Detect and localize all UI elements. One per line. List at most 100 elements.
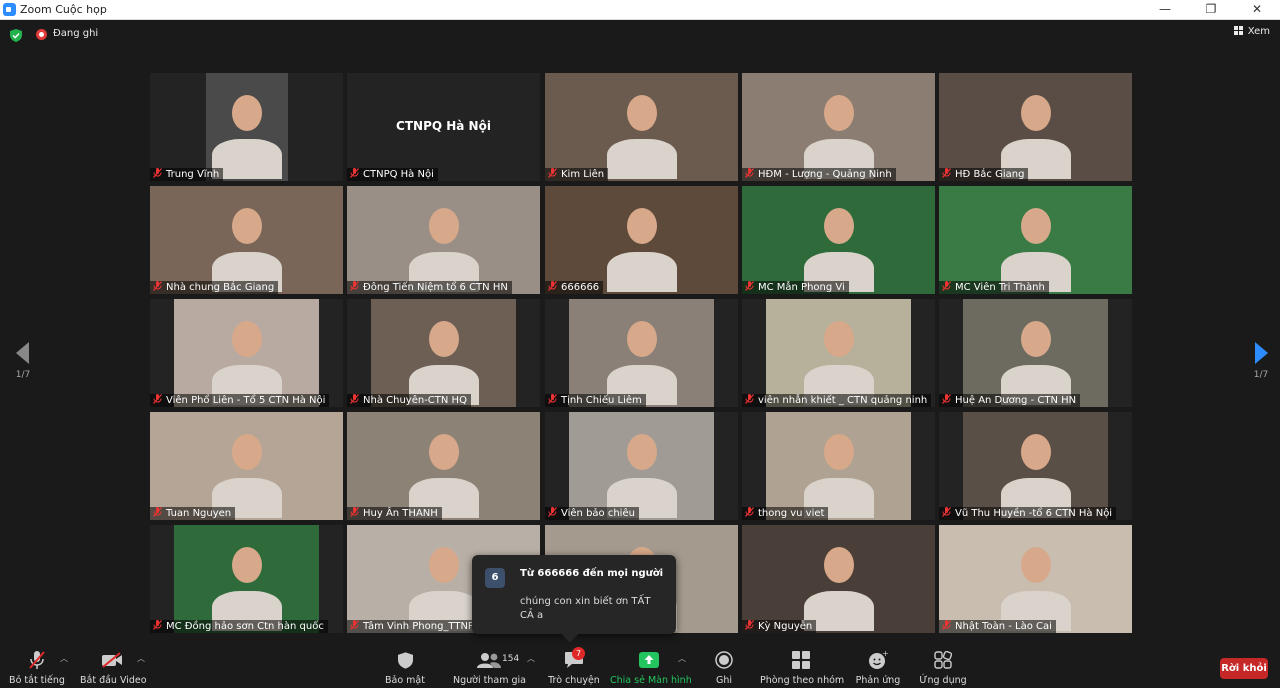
participant-name-bar: Nhà Chuyên-CTN HQ: [347, 394, 471, 407]
mic-muted-icon: [745, 507, 754, 517]
participant-face: [1021, 95, 1051, 131]
participant-tile[interactable]: Viên Phổ Liên - Tổ 5 CTN Hà Nội: [150, 299, 343, 407]
participant-video: [766, 299, 911, 407]
audio-options-caret[interactable]: ︿: [60, 653, 68, 664]
participants-label: Người tham gia: [453, 675, 526, 686]
participant-face: [429, 321, 459, 357]
participant-tile[interactable]: HĐ Bắc Giang: [939, 73, 1132, 181]
participant-tile[interactable]: 666666: [545, 186, 738, 294]
mic-muted-icon: [548, 394, 557, 404]
participant-face: [232, 434, 262, 470]
participant-face: [232, 208, 262, 244]
participant-name: 666666: [561, 282, 600, 293]
participant-tile[interactable]: CTNPQ Hà Nội CTNPQ Hà Nội: [347, 73, 540, 181]
participant-face: [627, 95, 657, 131]
participant-video: [742, 525, 935, 633]
participant-name: thong vu viet: [758, 508, 825, 519]
mic-muted-icon: [29, 651, 45, 669]
participant-name: Huy Ân THANH: [363, 508, 438, 519]
participant-tile[interactable]: Tịnh Chiếu Liêm: [545, 299, 738, 407]
recording-icon: [36, 29, 47, 40]
participant-tile[interactable]: Kim Liên: [545, 73, 738, 181]
participant-video: [150, 186, 343, 294]
participant-tile[interactable]: Vũ Thu Huyền -tổ 6 CTN Hà Nội: [939, 412, 1132, 520]
participant-tile[interactable]: Đông Tiến Niệm tổ 6 CTN HN: [347, 186, 540, 294]
mic-muted-icon: [745, 394, 754, 404]
security-button[interactable]: Bảo mật: [380, 650, 430, 686]
video-options-caret[interactable]: ︿: [137, 653, 145, 664]
restore-button[interactable]: ❐: [1188, 0, 1234, 19]
leave-button[interactable]: Rời khỏi: [1220, 658, 1268, 679]
share-options-caret[interactable]: ︿: [678, 653, 686, 664]
breakout-rooms-button[interactable]: Phòng theo nhóm: [760, 650, 844, 686]
apps-button[interactable]: Ứng dụng: [915, 650, 971, 686]
participant-name-bar: Viên bảo chiêu: [545, 507, 639, 520]
participant-name: MC Mẫn Phong Vi: [758, 282, 845, 293]
participant-name-bar: Trung Vĩnh: [150, 168, 224, 181]
participant-name: Đông Tiến Niệm tổ 6 CTN HN: [363, 282, 508, 293]
chat-notification[interactable]: 6 Từ 666666 đến mọi người chúng con xin …: [472, 555, 676, 643]
participant-tile[interactable]: thong vu viet: [742, 412, 935, 520]
svg-text:+: +: [882, 650, 888, 658]
participant-face: [627, 321, 657, 357]
participant-name: Nhà chung Bắc Giang: [166, 282, 275, 293]
participant-tile[interactable]: MC Viên Tri Thành: [939, 186, 1132, 294]
participant-face: [824, 208, 854, 244]
participant-tile[interactable]: viên nhẫn khiết _ CTN quảng ninh: [742, 299, 935, 407]
participant-name: MC Viên Tri Thành: [955, 282, 1045, 293]
participant-tile[interactable]: Trung Vĩnh: [150, 73, 343, 181]
participant-video: [569, 412, 714, 520]
reactions-button[interactable]: + Phản ứng: [853, 650, 903, 686]
participant-face: [429, 547, 459, 583]
participants-icon: [477, 653, 501, 668]
unmute-button[interactable]: Bỏ tắt tiếng: [8, 650, 66, 686]
start-video-button[interactable]: Bắt đầu Video: [80, 650, 147, 686]
view-button[interactable]: Xem: [1233, 26, 1270, 37]
participant-face: [824, 547, 854, 583]
chat-button[interactable]: 7 Trò chuyện: [546, 647, 602, 686]
participants-options-caret[interactable]: ︿: [527, 653, 535, 664]
mic-muted-icon: [942, 281, 951, 291]
breakout-rooms-icon: [792, 651, 810, 669]
participant-video: [963, 412, 1108, 520]
next-page-button[interactable]: 1/7: [1246, 342, 1276, 380]
minimize-button[interactable]: —: [1142, 0, 1188, 19]
video-off-icon: [102, 652, 122, 668]
meeting-topbar: Đang ghi Xem: [0, 20, 1280, 50]
arrow-right-icon: [1255, 342, 1268, 364]
participant-tile[interactable]: Tuan Nguyen: [150, 412, 343, 520]
zoom-app-icon: [3, 3, 16, 16]
participant-tile[interactable]: Viên bảo chiêu: [545, 412, 738, 520]
participant-tile[interactable]: HĐM - Lượng - Quảng Ninh: [742, 73, 935, 181]
participant-tile[interactable]: Nhật Toàn - Lào Cai: [939, 525, 1132, 633]
participant-tile[interactable]: MC Đồng hảo sơn Ctn hàn quốc: [150, 525, 343, 633]
mic-muted-icon: [942, 394, 951, 404]
grid-view-icon: [1233, 26, 1243, 35]
mic-muted-icon: [745, 620, 754, 630]
participant-tile[interactable]: Nhà Chuyên-CTN HQ: [347, 299, 540, 407]
recording-label: Đang ghi: [53, 28, 99, 39]
shield-icon: [397, 651, 413, 669]
participant-name-bar: thong vu viet: [742, 507, 829, 520]
participant-name-bar: Kim Liên: [545, 168, 609, 181]
share-screen-button[interactable]: Chia sẻ Màn hình: [610, 650, 692, 686]
security-label: Bảo mật: [385, 675, 425, 686]
participant-tile[interactable]: MC Mẫn Phong Vi: [742, 186, 935, 294]
close-button[interactable]: ✕: [1234, 0, 1280, 19]
participant-video: [742, 186, 935, 294]
participant-name: Huệ An Dương - CTN HN: [955, 395, 1077, 406]
participant-tile[interactable]: Huệ An Dương - CTN HN: [939, 299, 1132, 407]
participant-tile[interactable]: Kỳ Nguyễn: [742, 525, 935, 633]
record-button[interactable]: Ghi: [705, 650, 743, 686]
participant-name-bar: Tịnh Chiếu Liêm: [545, 394, 646, 407]
security-shield-icon[interactable]: [10, 29, 22, 42]
participant-name-bar: MC Mẫn Phong Vi: [742, 281, 849, 294]
participant-name: HĐ Bắc Giang: [955, 169, 1025, 180]
participant-tile[interactable]: Nhà chung Bắc Giang: [150, 186, 343, 294]
participant-tile[interactable]: Huy Ân THANH: [347, 412, 540, 520]
unmute-label: Bỏ tắt tiếng: [9, 675, 65, 686]
participant-video: [939, 525, 1132, 633]
participant-video: [766, 412, 911, 520]
participant-name: HĐM - Lượng - Quảng Ninh: [758, 169, 892, 180]
prev-page-button[interactable]: 1/7: [8, 342, 38, 380]
